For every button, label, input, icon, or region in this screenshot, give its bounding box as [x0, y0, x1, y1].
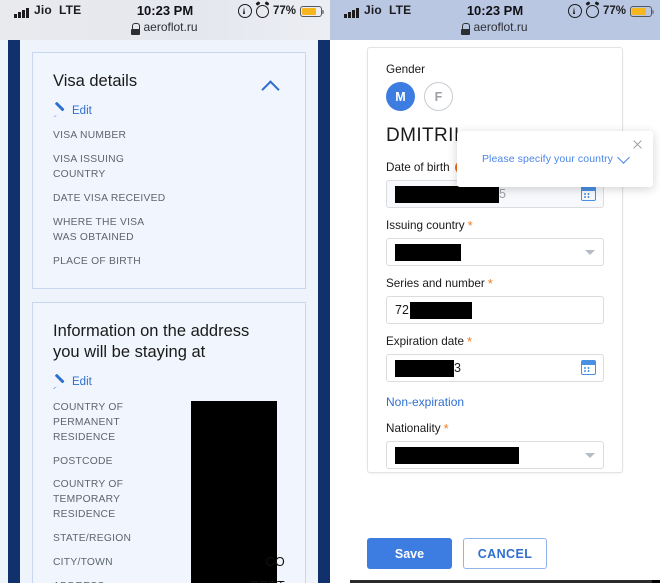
label-text: Date of birth [386, 161, 450, 174]
country-tooltip[interactable]: Please specify your country [457, 131, 653, 187]
redaction-block [409, 301, 472, 319]
battery-icon [300, 5, 324, 17]
close-icon[interactable] [632, 139, 643, 150]
redaction-block [395, 446, 519, 464]
status-indicators: 77% [237, 4, 324, 18]
status-indicators: 77% [567, 4, 654, 18]
label-text: Issuing country [386, 219, 465, 232]
right-phone-screenshot: Jio LTE 10:23 PM 77% aeroflot.ru Gender M… [330, 0, 660, 583]
input-value: 3 [395, 359, 461, 377]
address-edit-label: Edit [72, 376, 92, 389]
calendar-icon[interactable] [581, 186, 596, 201]
cancel-button[interactable]: CANCEL [463, 538, 547, 569]
left-page-body: Visa details Edit VISA NUMBER VISA ISSUI… [0, 40, 330, 583]
field-label-city-town: CITY/TOWN [53, 557, 113, 569]
gender-selector[interactable]: M F [386, 82, 604, 111]
left-phone-screenshot: Jio LTE 10:23 PM 77% aeroflot.ru Visa det… [0, 0, 330, 583]
redaction-block [395, 243, 461, 261]
input-series-and-number[interactable]: 72 [386, 296, 604, 324]
label-text: Expiration date [386, 335, 464, 348]
chevron-down-icon[interactable] [617, 151, 630, 164]
visible-value: 5 [499, 187, 506, 201]
field-label-visa-number: VISA NUMBER [53, 130, 127, 142]
input-expiration-date[interactable]: 3 [386, 354, 604, 382]
visa-edit-label: Edit [72, 104, 92, 117]
select-issuing-country[interactable] [386, 238, 604, 266]
visa-edit-button[interactable]: Edit [53, 104, 285, 117]
address-bar[interactable]: aeroflot.ru [0, 20, 330, 35]
site-url: aeroflot.ru [473, 20, 528, 34]
field-label-where-visa-obtained: WHERE THE VISA WAS OBTAINED [53, 217, 144, 244]
gender-label-text: Gender [386, 63, 425, 76]
left-page-content: Visa details Edit VISA NUMBER VISA ISSUI… [20, 40, 318, 583]
required-asterisk: * [467, 217, 473, 233]
label-nationality: Nationality * [386, 420, 604, 436]
address-card-title: Information on the address you will be s… [53, 321, 250, 362]
status-bar-right: Jio LTE 10:23 PM 77% aeroflot.ru [330, 0, 660, 40]
alarm-clock-icon [585, 4, 599, 18]
address-bar[interactable]: aeroflot.ru [330, 20, 660, 35]
dropdown-caret-icon[interactable] [585, 453, 595, 458]
address-info-card: Information on the address you will be s… [32, 301, 306, 583]
location-arrow-icon [567, 4, 582, 18]
required-asterisk: * [487, 275, 493, 291]
battery-percent: 77% [272, 5, 296, 17]
address-fields-block: COUNTRY OF PERMANENT RESIDENCE POSTCODE … [53, 400, 285, 583]
right-navy-edge [318, 40, 330, 583]
visible-value: 72 [395, 303, 409, 317]
field-label-place-of-birth: PLACE OF BIRTH [53, 255, 141, 267]
status-bar-left: Jio LTE 10:23 PM 77% aeroflot.ru [0, 0, 330, 40]
value-city-town: CO [265, 555, 285, 570]
label-series-and-number: Series and number * [386, 275, 604, 291]
lock-icon [131, 23, 141, 35]
address-edit-button[interactable]: Edit [53, 376, 285, 389]
field-label-visa-issuing-country: VISA ISSUING COUNTRY [53, 154, 125, 181]
redaction-block [395, 185, 499, 203]
pencil-icon [53, 376, 66, 389]
label-expiration-date: Expiration date * [386, 333, 604, 349]
required-asterisk: * [466, 333, 473, 349]
passenger-document-form: Gender M F DMITRII Date of birth ! * 5 [367, 47, 623, 473]
right-page-body: Gender M F DMITRII Date of birth ! * 5 [330, 40, 660, 583]
field-label-country-permanent-residence: COUNTRY OF PERMANENT RESIDENCE [53, 401, 124, 443]
site-url: aeroflot.ru [143, 20, 198, 34]
visa-details-card: Visa details Edit VISA NUMBER VISA ISSUI… [32, 52, 306, 289]
left-navy-edge [8, 40, 20, 583]
tooltip-text: Please specify your country [481, 153, 614, 165]
form-actions: Save CANCEL [367, 538, 547, 569]
calendar-icon[interactable] [581, 360, 596, 375]
alarm-clock-icon [255, 4, 269, 18]
field-label-country-temporary-residence: COUNTRY OF TEMPORARY RESIDENCE [53, 479, 124, 521]
save-button[interactable]: Save [367, 538, 452, 569]
required-asterisk: * [443, 420, 449, 436]
pencil-icon [53, 104, 66, 117]
label-issuing-country: Issuing country * [386, 217, 604, 233]
input-value: 72 [395, 301, 472, 319]
battery-percent: 77% [602, 5, 626, 17]
gender-option-male[interactable]: M [386, 82, 415, 111]
non-expiration-link[interactable]: Non-expiration [386, 395, 464, 409]
value-address: REET [250, 579, 285, 583]
tooltip-message: Please specify your country [481, 151, 630, 165]
lock-icon [461, 23, 471, 35]
gender-label: Gender [386, 63, 604, 76]
battery-icon [630, 5, 654, 17]
redaction-block [395, 359, 454, 377]
dropdown-caret-icon[interactable] [585, 250, 595, 255]
field-label-date-visa-received: DATE VISA RECEIVED [53, 193, 166, 205]
label-text: Series and number [386, 277, 485, 290]
label-text: Nationality [386, 422, 441, 435]
visa-details-title: Visa details [53, 72, 138, 90]
gender-option-female[interactable]: F [424, 82, 453, 111]
location-arrow-icon [237, 4, 252, 18]
input-value: 5 [395, 185, 506, 203]
select-nationality[interactable] [386, 441, 604, 469]
visible-value: 3 [454, 361, 461, 375]
